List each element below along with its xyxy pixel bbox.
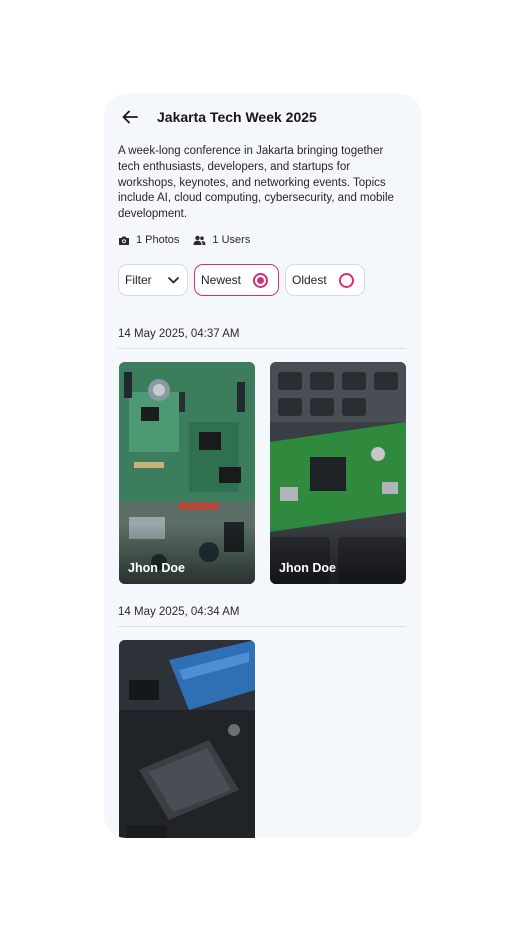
camera-icon — [119, 236, 129, 245]
filter-label: Filter — [125, 273, 152, 287]
users-stat: 1 Users — [193, 234, 250, 246]
oldest-radio — [339, 272, 354, 288]
photo-card[interactable]: Jhon Doe — [270, 362, 406, 584]
divider — [118, 348, 406, 349]
header: Jakarta Tech Week 2025 — [118, 106, 317, 128]
newest-radio — [253, 272, 268, 288]
photos-count: 1 Photos — [136, 234, 180, 246]
chevron-down-icon — [168, 276, 179, 283]
photo-author: Jhon Doe — [279, 561, 336, 575]
photo-card[interactable] — [119, 640, 255, 838]
arrow-left-icon — [122, 110, 138, 124]
caption-gradient — [119, 524, 255, 584]
sort-filter-bar: Filter Newest Oldest — [118, 264, 371, 296]
back-button[interactable] — [118, 106, 142, 128]
sort-oldest-option[interactable]: Oldest — [285, 264, 365, 296]
divider — [118, 626, 406, 627]
page-title: Jakarta Tech Week 2025 — [157, 109, 317, 125]
caption-gradient — [270, 524, 406, 584]
oldest-label: Oldest — [292, 273, 327, 287]
newest-label: Newest — [201, 273, 242, 287]
users-icon — [193, 235, 206, 245]
event-gallery-screen: Jakarta Tech Week 2025 A week-long confe… — [104, 94, 422, 838]
photo-card[interactable]: Jhon Doe — [119, 362, 255, 584]
radio-selected-dot — [257, 276, 264, 284]
filter-button[interactable]: Filter — [118, 264, 188, 296]
event-description: A week-long conference in Jakarta bringi… — [118, 145, 394, 221]
motherboard-chip-photo — [119, 640, 255, 838]
photos-stat: 1 Photos — [118, 234, 179, 246]
event-stats: 1 Photos 1 Users — [118, 234, 264, 246]
group-date: 14 May 2025, 04:34 AM — [118, 606, 240, 618]
sort-newest-option[interactable]: Newest — [194, 264, 279, 296]
users-count: 1 Users — [212, 234, 251, 246]
photo-author: Jhon Doe — [128, 561, 185, 575]
group-date: 14 May 2025, 04:37 AM — [118, 328, 240, 340]
